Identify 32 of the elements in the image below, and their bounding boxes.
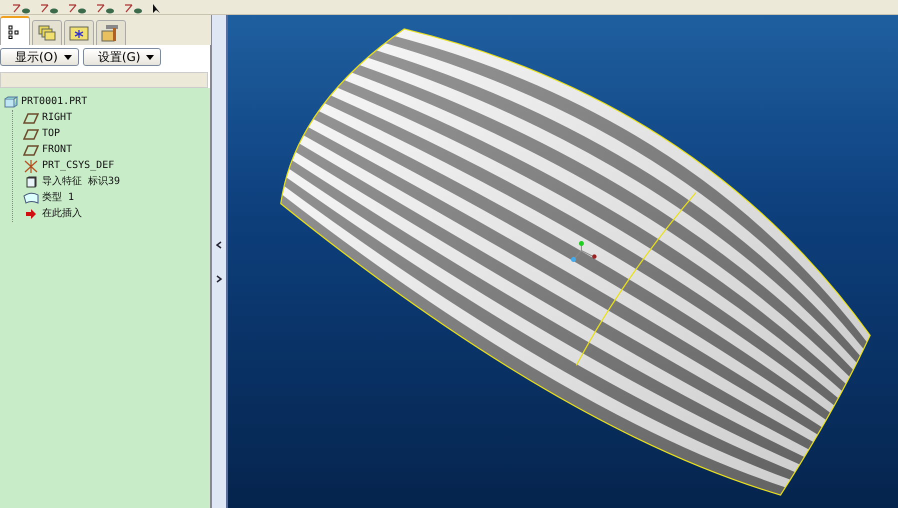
tree-item[interactable]: PRT_CSYS_DEF — [42, 159, 114, 173]
datum-plane-icon — [23, 144, 39, 156]
surface-icon — [23, 192, 39, 204]
tree-item[interactable]: 类型 1 — [42, 191, 74, 205]
arrow-icon — [23, 208, 39, 220]
folders-icon — [38, 25, 56, 41]
view-toggle-icon[interactable] — [68, 4, 88, 14]
datum-plane-icon — [23, 112, 39, 124]
caret-icon — [146, 54, 154, 60]
tree-item[interactable]: TOP — [42, 127, 60, 141]
tree-item[interactable]: 导入特征 标识39 — [42, 175, 120, 189]
caret-icon — [64, 54, 72, 60]
coordinate-system-icon — [23, 160, 39, 172]
view-toggle-icon[interactable] — [96, 4, 116, 14]
tree-item[interactable]: FRONT — [42, 143, 72, 157]
datum-plane-icon — [23, 128, 39, 140]
dropdown-menu-button[interactable]: 设置(G) — [82, 48, 162, 66]
expand-right-icon[interactable] — [216, 274, 222, 282]
tree-item[interactable]: RIGHT — [42, 111, 72, 125]
tree-item[interactable]: 在此插入 — [42, 207, 82, 221]
view-toggle-icon[interactable] — [12, 4, 32, 14]
navigator-tab[interactable] — [0, 16, 30, 45]
navigator-tab[interactable] — [64, 20, 94, 45]
dropdown-menu-button[interactable]: 显示(O) — [0, 48, 79, 66]
tree-item[interactable]: PRT0001.PRT — [21, 95, 88, 109]
axis-triad-icon — [570, 241, 597, 262]
panel-splitter[interactable] — [211, 15, 228, 508]
view-toggle-icon[interactable] — [40, 4, 60, 14]
folder-hammer-icon — [101, 24, 121, 42]
part-icon — [4, 96, 18, 108]
view-toggle-icon[interactable] — [124, 4, 144, 14]
collapse-left-icon[interactable] — [216, 240, 222, 248]
